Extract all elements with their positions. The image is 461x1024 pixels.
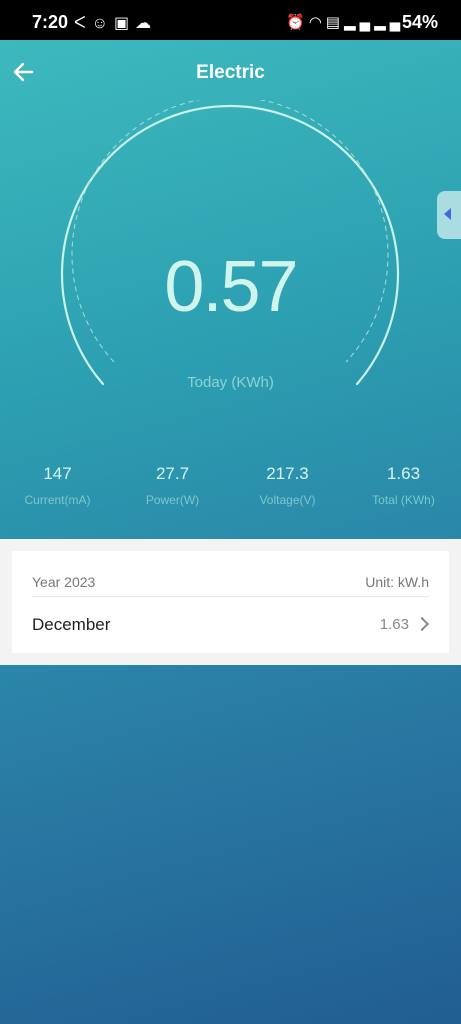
signal-icon: ▂▄: [343, 14, 375, 31]
status-bar: 7:20 ᐸ☺▣☁ ⏰◠▤▂▄▂▄ 54%: [0, 0, 461, 40]
year-label: Year 2023: [32, 574, 96, 590]
stat-label: Total (KWh): [372, 493, 435, 507]
battery-percent: 54%: [402, 12, 439, 32]
stat-total: 1.63 Total (KWh): [346, 464, 461, 507]
stat-value: 1.63: [386, 464, 421, 483]
status-time: 7:20: [32, 12, 69, 32]
stat-label: Voltage(V): [259, 493, 316, 507]
stat-label: Power(W): [145, 493, 200, 507]
signal-icon: ▂▄: [374, 14, 405, 31]
month-value: 1.63: [379, 616, 409, 633]
stat-current: 147 Current(mA): [0, 464, 115, 507]
unit-label: Unit: kW.h: [365, 574, 429, 590]
stat-voltage: 217.3 Voltage(V): [230, 464, 345, 507]
history-panel: Year 2023 Unit: kW.h December 1.63: [0, 539, 461, 665]
today-reading-value: 0.57: [164, 247, 298, 327]
today-reading-label: Today (KWh): [187, 374, 274, 391]
status-notification-icons: ᐸ☺▣☁: [74, 13, 157, 33]
gauge-outer-arc: [60, 104, 400, 386]
stat-value: 217.3: [266, 464, 309, 483]
side-drawer-tab[interactable]: [437, 191, 461, 239]
month-row-december[interactable]: December 1.63: [32, 609, 430, 641]
cat-icon: ☺: [91, 15, 115, 32]
page-title: Electric: [196, 62, 265, 83]
app-header: Electric: [0, 40, 461, 104]
stat-power: 27.7 Power(W): [115, 464, 230, 507]
lock-notification-icon: ▣: [114, 15, 136, 32]
alarm-icon: ⏰: [286, 14, 309, 31]
stat-label: Current(mA): [24, 493, 91, 507]
history-card: Year 2023 Unit: kW.h December 1.63: [12, 551, 449, 653]
wifi-icon: ◠: [308, 14, 326, 31]
status-system-icons: ⏰◠▤▂▄▂▄: [286, 13, 404, 31]
triangle-left-icon: [444, 208, 451, 220]
volte-icon: ▤: [325, 14, 344, 31]
month-name: December: [32, 615, 111, 634]
stat-value: 147: [43, 464, 72, 483]
signal-k-icon: ᐸ: [74, 15, 92, 32]
stat-value: 27.7: [155, 464, 190, 483]
history-header: Year 2023 Unit: kW.h: [32, 574, 429, 597]
chevron-right-icon: [414, 616, 430, 632]
cloud-icon: ☁: [135, 15, 158, 32]
stats-row: 147 Current(mA) 27.7 Power(W) 217.3 Volt…: [0, 464, 461, 524]
